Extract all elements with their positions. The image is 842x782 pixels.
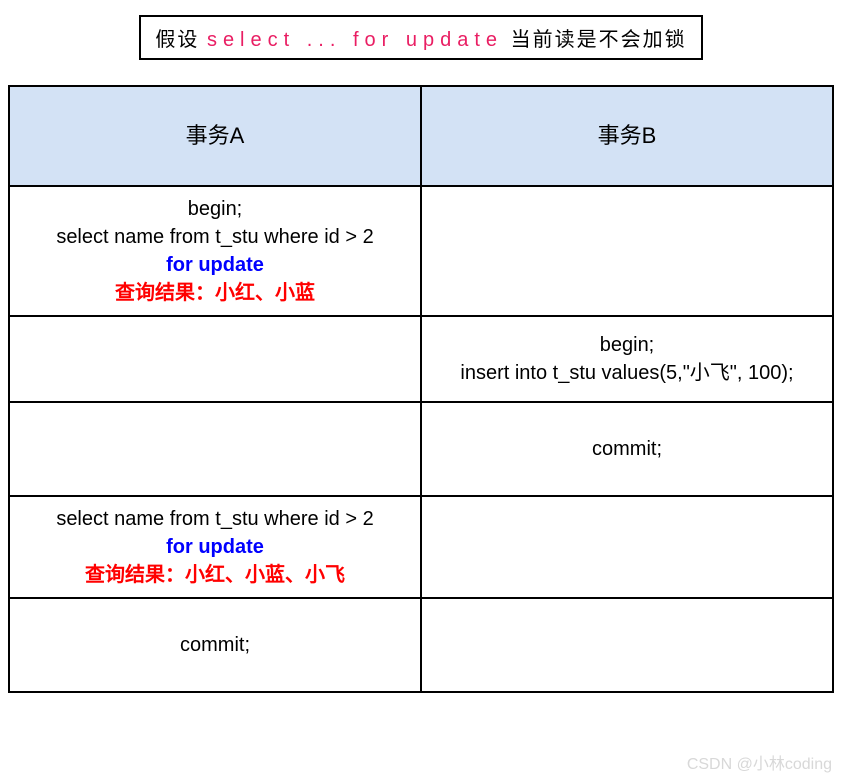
cell-3b: commit; bbox=[421, 402, 833, 496]
sql-line: select name from t_stu where id > 2 bbox=[14, 505, 416, 533]
sql-for-update: for update bbox=[14, 533, 416, 561]
watermark: CSDN @小林coding bbox=[687, 750, 832, 774]
cell-2a bbox=[9, 316, 421, 402]
sql-for-update: for update bbox=[14, 251, 416, 279]
cell-5a: commit; bbox=[9, 598, 421, 692]
table-row: begin; insert into t_stu values(5,"小飞", … bbox=[9, 316, 833, 402]
cell-5b bbox=[421, 598, 833, 692]
cell-1a: begin; select name from t_stu where id >… bbox=[9, 186, 421, 316]
table-row: select name from t_stu where id > 2 for … bbox=[9, 496, 833, 598]
table-row: begin; select name from t_stu where id >… bbox=[9, 186, 833, 316]
assumption-suffix: 当前读是不会加锁 bbox=[503, 29, 687, 51]
assumption-code: select ... for update bbox=[207, 29, 503, 51]
header-col-a: 事务A bbox=[9, 86, 421, 186]
transaction-table: 事务A 事务B begin; select name from t_stu wh… bbox=[8, 85, 834, 693]
table-row: commit; bbox=[9, 402, 833, 496]
cell-3a bbox=[9, 402, 421, 496]
sql-line: begin; bbox=[426, 331, 828, 359]
sql-line: begin; bbox=[14, 195, 416, 223]
cell-1b bbox=[421, 186, 833, 316]
cell-4a: select name from t_stu where id > 2 for … bbox=[9, 496, 421, 598]
query-result: 查询结果：小红、小蓝、小飞 bbox=[14, 561, 416, 589]
header-col-b: 事务B bbox=[421, 86, 833, 186]
cell-2b: begin; insert into t_stu values(5,"小飞", … bbox=[421, 316, 833, 402]
assumption-prefix: 假设 bbox=[155, 29, 207, 51]
table-row: commit; bbox=[9, 598, 833, 692]
cell-4b bbox=[421, 496, 833, 598]
sql-line: select name from t_stu where id > 2 bbox=[14, 223, 416, 251]
assumption-box: 假设 select ... for update 当前读是不会加锁 bbox=[139, 15, 702, 60]
query-result: 查询结果：小红、小蓝 bbox=[14, 279, 416, 307]
sql-line: insert into t_stu values(5,"小飞", 100); bbox=[426, 359, 828, 387]
